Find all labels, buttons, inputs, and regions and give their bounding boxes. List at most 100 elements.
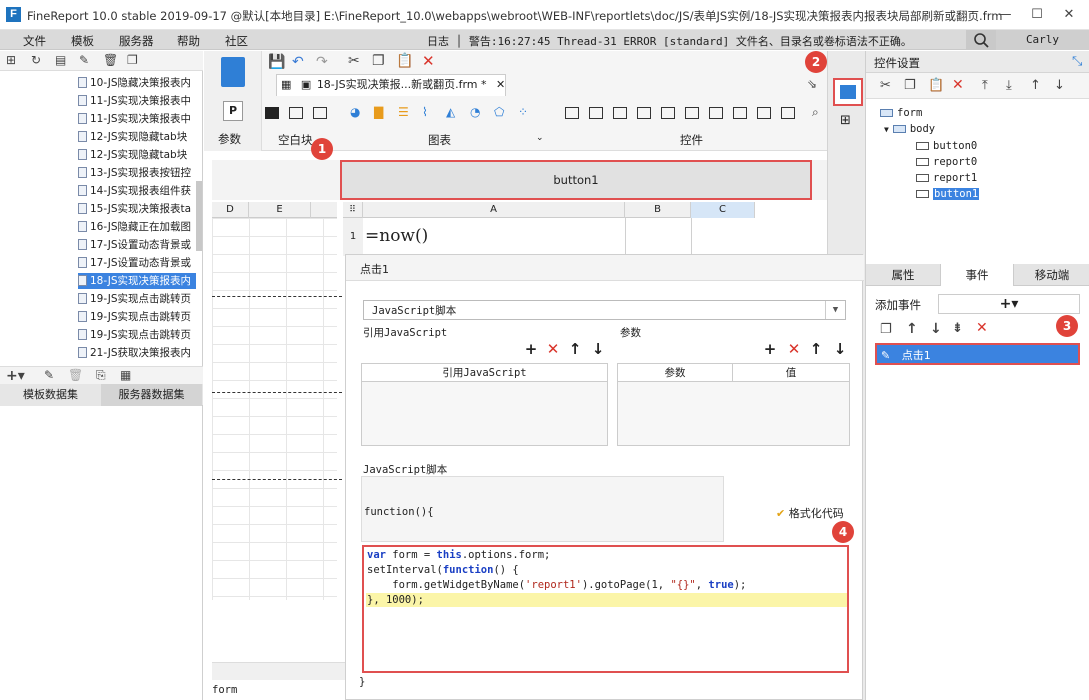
- new-folder-icon[interactable]: ⊞: [6, 53, 16, 67]
- delete-icon[interactable]: ✕: [952, 77, 964, 93]
- add-event-button[interactable]: +▾: [938, 294, 1080, 314]
- tree-item[interactable]: 11-JS实现决策报表中: [78, 93, 196, 109]
- add-dataset-icon[interactable]: +▾: [6, 368, 25, 384]
- tab-template-dataset[interactable]: 模板数据集: [0, 384, 101, 406]
- move-up-param-icon[interactable]: ↑: [808, 340, 824, 358]
- log-status[interactable]: 日志 │ 警告:16:27:45 Thread-31 ERROR [standa…: [427, 33, 912, 49]
- tree-item[interactable]: 14-JS实现报表组件获: [78, 183, 196, 199]
- label-widget-icon[interactable]: [589, 107, 603, 119]
- paste-icon[interactable]: 📋: [928, 78, 944, 93]
- tree-item[interactable]: 17-JS设置动态背景或: [78, 255, 196, 271]
- move-down-icon[interactable]: ↓: [1054, 78, 1065, 93]
- redo-icon[interactable]: ↷: [316, 54, 328, 70]
- tab-mobile[interactable]: 移动端: [1014, 264, 1089, 286]
- add-ref-js-icon[interactable]: +: [523, 340, 539, 358]
- ref-js-table[interactable]: 引用JavaScript: [361, 363, 608, 446]
- copy-icon[interactable]: ❐: [904, 78, 916, 93]
- horizontal-scrollbar[interactable]: [212, 662, 345, 680]
- preview-dataset-icon[interactable]: ⎘: [96, 368, 106, 383]
- minimize-button[interactable]: —: [988, 3, 1022, 27]
- tree-item[interactable]: 16-JS隐藏正在加载图: [78, 219, 196, 235]
- search-button[interactable]: [966, 30, 996, 50]
- move-down-event-icon[interactable]: ↓: [930, 321, 942, 337]
- widget-settings-toggle[interactable]: [833, 78, 863, 106]
- params-table[interactable]: 参数 值: [617, 363, 850, 446]
- button-widget-icon[interactable]: [613, 107, 627, 119]
- date-widget-icon[interactable]: [661, 107, 675, 119]
- delete-ref-js-icon[interactable]: ✕: [545, 340, 561, 358]
- bar-chart-icon[interactable]: ▇: [374, 105, 383, 119]
- tab-document[interactable]: ▦ ▣ 18-JS实现决策报...新或翻页.frm * ✕: [276, 74, 506, 96]
- save-icon[interactable]: 💾: [268, 54, 285, 70]
- tree-item[interactable]: 15-JS实现决策报表ta: [78, 201, 196, 217]
- menu-template[interactable]: 模板: [71, 33, 94, 49]
- move-up-icon[interactable]: ↑: [1030, 78, 1041, 93]
- button1-widget[interactable]: button1: [340, 160, 812, 200]
- tree-item[interactable]: 21-JS获取决策报表内: [78, 345, 196, 361]
- tree-item[interactable]: 12-JS实现隐藏tab块: [78, 147, 196, 163]
- list-widget-icon[interactable]: [733, 107, 747, 119]
- menu-file[interactable]: 文件: [23, 33, 46, 49]
- tree-node-widget[interactable]: button0: [916, 140, 977, 152]
- tab-block-icon[interactable]: [313, 107, 327, 119]
- tab-properties[interactable]: 属性: [866, 264, 940, 286]
- tree-scrollbar[interactable]: [196, 181, 202, 251]
- scatter-chart-icon[interactable]: ⁘: [518, 105, 528, 119]
- search-widget-icon[interactable]: ⌕: [812, 105, 819, 120]
- tree-item[interactable]: 13-JS实现报表按钮控: [78, 165, 196, 181]
- gauge-chart-icon[interactable]: ◔: [470, 105, 480, 119]
- tree-node-widget-selected[interactable]: button1: [916, 188, 980, 200]
- tree-item[interactable]: 12-JS实现隐藏tab块: [78, 129, 196, 145]
- cut-icon[interactable]: ✂: [880, 78, 891, 93]
- tree-widget-icon[interactable]: [757, 107, 771, 119]
- radar-chart-icon[interactable]: ⬠: [494, 105, 504, 119]
- tree-node-widget[interactable]: report1: [916, 172, 977, 184]
- pin-icon[interactable]: ⇘: [807, 77, 817, 91]
- tree-item[interactable]: 19-JS实现点击跳转页: [78, 309, 196, 325]
- dataset-params-icon[interactable]: ▦: [120, 368, 131, 382]
- sort-event-icon[interactable]: ⇟: [952, 321, 963, 336]
- layout-icon[interactable]: ⊞: [840, 113, 851, 128]
- parameter-icon[interactable]: P: [223, 101, 243, 121]
- move-up-ref-js-icon[interactable]: ↑: [567, 340, 583, 358]
- undo-icon[interactable]: ↶: [292, 54, 304, 70]
- delete-param-icon[interactable]: ✕: [786, 340, 802, 358]
- cut-icon[interactable]: ✂: [348, 53, 360, 69]
- move-down-ref-js-icon[interactable]: ↓: [590, 340, 606, 358]
- tree-item[interactable]: 19-JS实现点击跳转页: [78, 327, 196, 343]
- left-grid[interactable]: [212, 218, 337, 600]
- component-library-icon[interactable]: [221, 57, 245, 87]
- tree-item-selected[interactable]: 18-JS实现决策报表内: [78, 273, 196, 289]
- tree-node-body[interactable]: ▼ body: [884, 123, 935, 135]
- script-type-select[interactable]: JavaScript脚本 ▼: [363, 300, 846, 320]
- tab-events[interactable]: 事件: [940, 264, 1014, 286]
- split-block-icon[interactable]: [289, 107, 303, 119]
- move-up-event-icon[interactable]: ↑: [906, 321, 918, 337]
- tree-item[interactable]: 19-JS实现点击跳转页: [78, 291, 196, 307]
- delete-event-icon[interactable]: ✕: [976, 320, 988, 336]
- checkbox-widget-icon[interactable]: [685, 107, 699, 119]
- format-code-button[interactable]: ✔ 格式化代码: [776, 505, 844, 521]
- move-top-icon[interactable]: ⤒: [982, 78, 988, 93]
- delete-widget-icon[interactable]: ✕: [422, 52, 435, 70]
- number-widget-icon[interactable]: [781, 107, 795, 119]
- tab-server-dataset[interactable]: 服务器数据集: [101, 384, 202, 406]
- line-chart-icon[interactable]: ⌇: [422, 105, 428, 119]
- close-window-button[interactable]: ✕: [1052, 3, 1086, 27]
- edit-icon[interactable]: ✎: [79, 53, 89, 67]
- hbar-chart-icon[interactable]: ☰: [398, 105, 409, 119]
- refresh-icon[interactable]: ↻: [31, 53, 41, 67]
- paste-icon[interactable]: 📋: [396, 53, 413, 69]
- delete-dataset-icon[interactable]: 🗑: [68, 368, 83, 382]
- tree-node-widget[interactable]: report0: [916, 156, 977, 168]
- pie-chart-icon[interactable]: ◕: [350, 105, 360, 119]
- copy-event-icon[interactable]: ❐: [880, 322, 892, 337]
- code-editor[interactable]: var form = this.options.form; setInterva…: [362, 545, 849, 673]
- textbox-widget-icon[interactable]: [565, 107, 579, 119]
- chevron-down-icon[interactable]: ⌄: [536, 133, 544, 143]
- radio-widget-icon[interactable]: [709, 107, 723, 119]
- menu-server[interactable]: 服务器: [119, 33, 154, 49]
- delete-icon[interactable]: 🗑: [103, 53, 118, 67]
- blank-block-icon[interactable]: [265, 107, 279, 119]
- add-param-icon[interactable]: +: [762, 340, 778, 358]
